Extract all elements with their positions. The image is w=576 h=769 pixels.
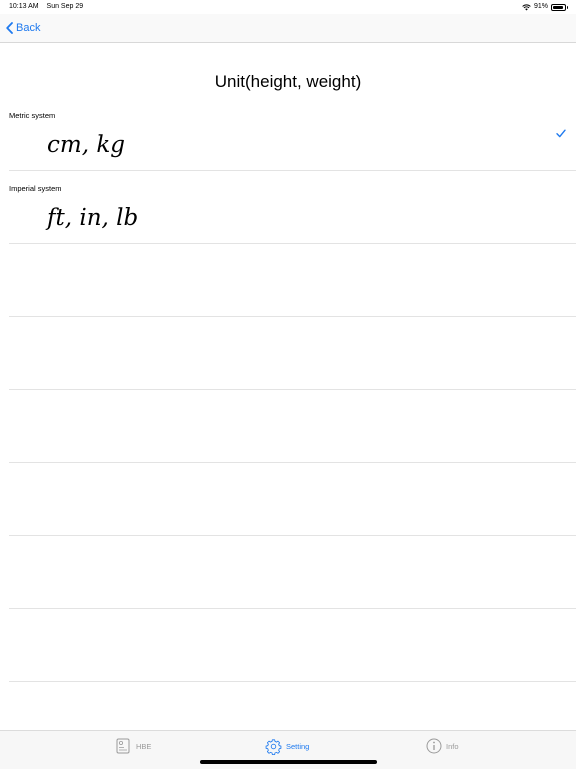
metric-option-row[interactable]: Metric system cm, kg bbox=[9, 108, 576, 171]
status-left: 10:13 AM Sun Sep 29 bbox=[9, 0, 89, 14]
tab-setting-label: Setting bbox=[286, 741, 310, 751]
checkmark-icon bbox=[556, 129, 566, 138]
hbe-icon bbox=[116, 738, 130, 754]
tab-hbe-label: HBE bbox=[136, 741, 152, 751]
metric-units: cm, kg bbox=[47, 132, 125, 158]
empty-row bbox=[9, 244, 576, 317]
wifi-icon bbox=[522, 3, 531, 10]
tab-setting[interactable]: Setting bbox=[265, 737, 309, 755]
chevron-left-icon bbox=[6, 22, 13, 34]
gear-icon bbox=[265, 738, 282, 755]
home-indicator[interactable] bbox=[200, 760, 377, 764]
navigation-bar: Back bbox=[0, 14, 576, 43]
status-date: Sun Sep 29 bbox=[46, 3, 84, 10]
status-time: 10:13 AM bbox=[9, 3, 39, 10]
empty-row bbox=[9, 536, 576, 609]
tab-info-label: Info bbox=[446, 741, 459, 751]
tab-info[interactable]: Info bbox=[426, 737, 459, 755]
battery-level bbox=[553, 5, 563, 9]
empty-row bbox=[9, 390, 576, 463]
battery-icon bbox=[551, 3, 568, 11]
imperial-units: ft, in, lb bbox=[47, 205, 139, 231]
tab-hbe[interactable]: HBE bbox=[116, 737, 151, 755]
back-button[interactable]: Back bbox=[6, 19, 40, 37]
imperial-option-row[interactable]: Imperial system ft, in, lb bbox=[9, 181, 576, 244]
metric-label: Metric system bbox=[9, 111, 56, 120]
empty-row bbox=[9, 463, 576, 536]
battery-percent: 91% bbox=[533, 3, 548, 10]
back-label: Back bbox=[16, 22, 41, 34]
status-bar: 10:13 AM Sun Sep 29 91% bbox=[0, 0, 576, 14]
info-icon bbox=[426, 738, 442, 754]
page-title: Unit(height, weight) bbox=[214, 72, 362, 91]
empty-row bbox=[9, 317, 576, 390]
empty-row bbox=[9, 609, 576, 682]
status-right: 91% bbox=[522, 0, 568, 14]
imperial-label: Imperial system bbox=[9, 184, 62, 193]
